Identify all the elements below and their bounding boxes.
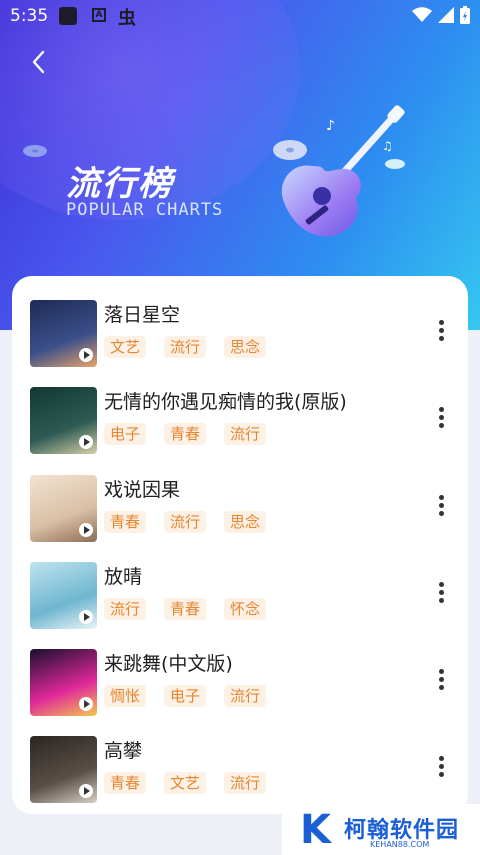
song-cover[interactable] bbox=[30, 736, 97, 803]
genre-tag: 流行 bbox=[224, 772, 267, 794]
more-options-icon[interactable] bbox=[431, 582, 451, 608]
song-row[interactable]: 放晴流行 青春 怀念 bbox=[12, 562, 468, 634]
song-list: 落日星空 文艺 流行 思念 无情的你遇见痴情的我(原版) 电子 青春 流行 戏说因果 青春 流行 思念… bbox=[12, 276, 468, 814]
song-tags: 青春 文艺 流行 bbox=[104, 772, 267, 794]
status-time: 5:35 bbox=[10, 6, 49, 26]
song-tags: 青春 流行 思念 bbox=[104, 511, 267, 533]
back-arrow-icon[interactable] bbox=[26, 48, 54, 76]
status-bar: 5:35 A 虫 bbox=[0, 0, 480, 32]
genre-tag: 文艺 bbox=[104, 336, 147, 358]
song-row[interactable]: 落日星空文艺 流行 思念 bbox=[12, 300, 468, 372]
watermark-logo-icon: K bbox=[300, 807, 331, 853]
wifi-icon bbox=[412, 7, 432, 22]
song-title[interactable]: 来跳舞(中文版) bbox=[104, 649, 233, 676]
play-icon[interactable] bbox=[79, 784, 93, 798]
play-icon[interactable] bbox=[79, 523, 93, 537]
watermark-domain: KEHAN88.COM bbox=[370, 840, 430, 849]
genre-tag: 流行 bbox=[164, 511, 207, 533]
notification-bug-icon: 虫 bbox=[118, 8, 136, 29]
song-row[interactable]: 戏说因果青春 流行 思念 bbox=[12, 475, 468, 547]
genre-tag: 思念 bbox=[224, 336, 267, 358]
song-title[interactable]: 戏说因果 bbox=[104, 475, 180, 502]
song-cover[interactable] bbox=[30, 475, 97, 542]
more-options-icon[interactable] bbox=[431, 669, 451, 695]
genre-tag: 流行 bbox=[224, 685, 267, 707]
genre-tag: 思念 bbox=[224, 511, 267, 533]
more-options-icon[interactable] bbox=[431, 756, 451, 782]
svg-text:♫: ♫ bbox=[382, 139, 393, 153]
genre-tag: 青春 bbox=[164, 423, 207, 445]
song-tags: 惆怅 电子 流行 bbox=[104, 685, 267, 707]
genre-tag: 青春 bbox=[104, 772, 147, 794]
song-row[interactable]: 来跳舞(中文版) 惆怅 电子 流行 bbox=[12, 649, 468, 721]
play-icon[interactable] bbox=[79, 348, 93, 362]
song-title[interactable]: 高攀 bbox=[104, 736, 142, 763]
play-icon[interactable] bbox=[79, 697, 93, 711]
notification-a-icon: A bbox=[92, 8, 106, 22]
genre-tag: 文艺 bbox=[164, 772, 207, 794]
song-cover[interactable] bbox=[30, 387, 97, 454]
genre-tag: 惆怅 bbox=[104, 685, 147, 707]
genre-tag: 青春 bbox=[164, 598, 207, 620]
genre-tag: 流行 bbox=[104, 598, 147, 620]
song-title[interactable]: 无情的你遇见痴情的我(原版) bbox=[104, 387, 347, 414]
genre-tag: 电子 bbox=[104, 423, 147, 445]
song-cover[interactable] bbox=[30, 649, 97, 716]
svg-text:♪: ♪ bbox=[326, 118, 335, 134]
song-row[interactable]: 高攀青春 文艺 流行 bbox=[12, 736, 468, 808]
more-options-icon[interactable] bbox=[431, 407, 451, 433]
song-row[interactable]: 无情的你遇见痴情的我(原版) 电子 青春 流行 bbox=[12, 387, 468, 459]
genre-tag: 流行 bbox=[164, 336, 207, 358]
genre-tag: 电子 bbox=[164, 685, 207, 707]
song-tags: 流行 青春 怀念 bbox=[104, 598, 267, 620]
genre-tag: 流行 bbox=[224, 423, 267, 445]
song-cover[interactable] bbox=[30, 300, 97, 367]
song-title[interactable]: 落日星空 bbox=[104, 300, 180, 327]
play-icon[interactable] bbox=[79, 435, 93, 449]
page-subtitle: POPULAR CHARTS bbox=[66, 200, 224, 220]
more-options-icon[interactable] bbox=[431, 320, 451, 346]
page-title: 流行榜 bbox=[66, 164, 174, 204]
battery-icon bbox=[460, 6, 470, 24]
vinyl-disc-icon bbox=[23, 145, 47, 157]
song-title[interactable]: 放晴 bbox=[104, 562, 142, 589]
guitar-illustration: ♪ ♫ ♪ bbox=[281, 105, 405, 237]
app-notification-icon bbox=[59, 7, 77, 25]
more-options-icon[interactable] bbox=[431, 495, 451, 521]
genre-tag: 青春 bbox=[104, 511, 147, 533]
song-cover[interactable] bbox=[30, 562, 97, 629]
play-icon[interactable] bbox=[79, 610, 93, 624]
signal-icon bbox=[438, 7, 454, 23]
watermark: K 柯翰软件园 KEHAN88.COM bbox=[282, 804, 480, 855]
song-tags: 文艺 流行 思念 bbox=[104, 336, 267, 358]
genre-tag: 怀念 bbox=[224, 598, 267, 620]
song-tags: 电子 青春 流行 bbox=[104, 423, 267, 445]
